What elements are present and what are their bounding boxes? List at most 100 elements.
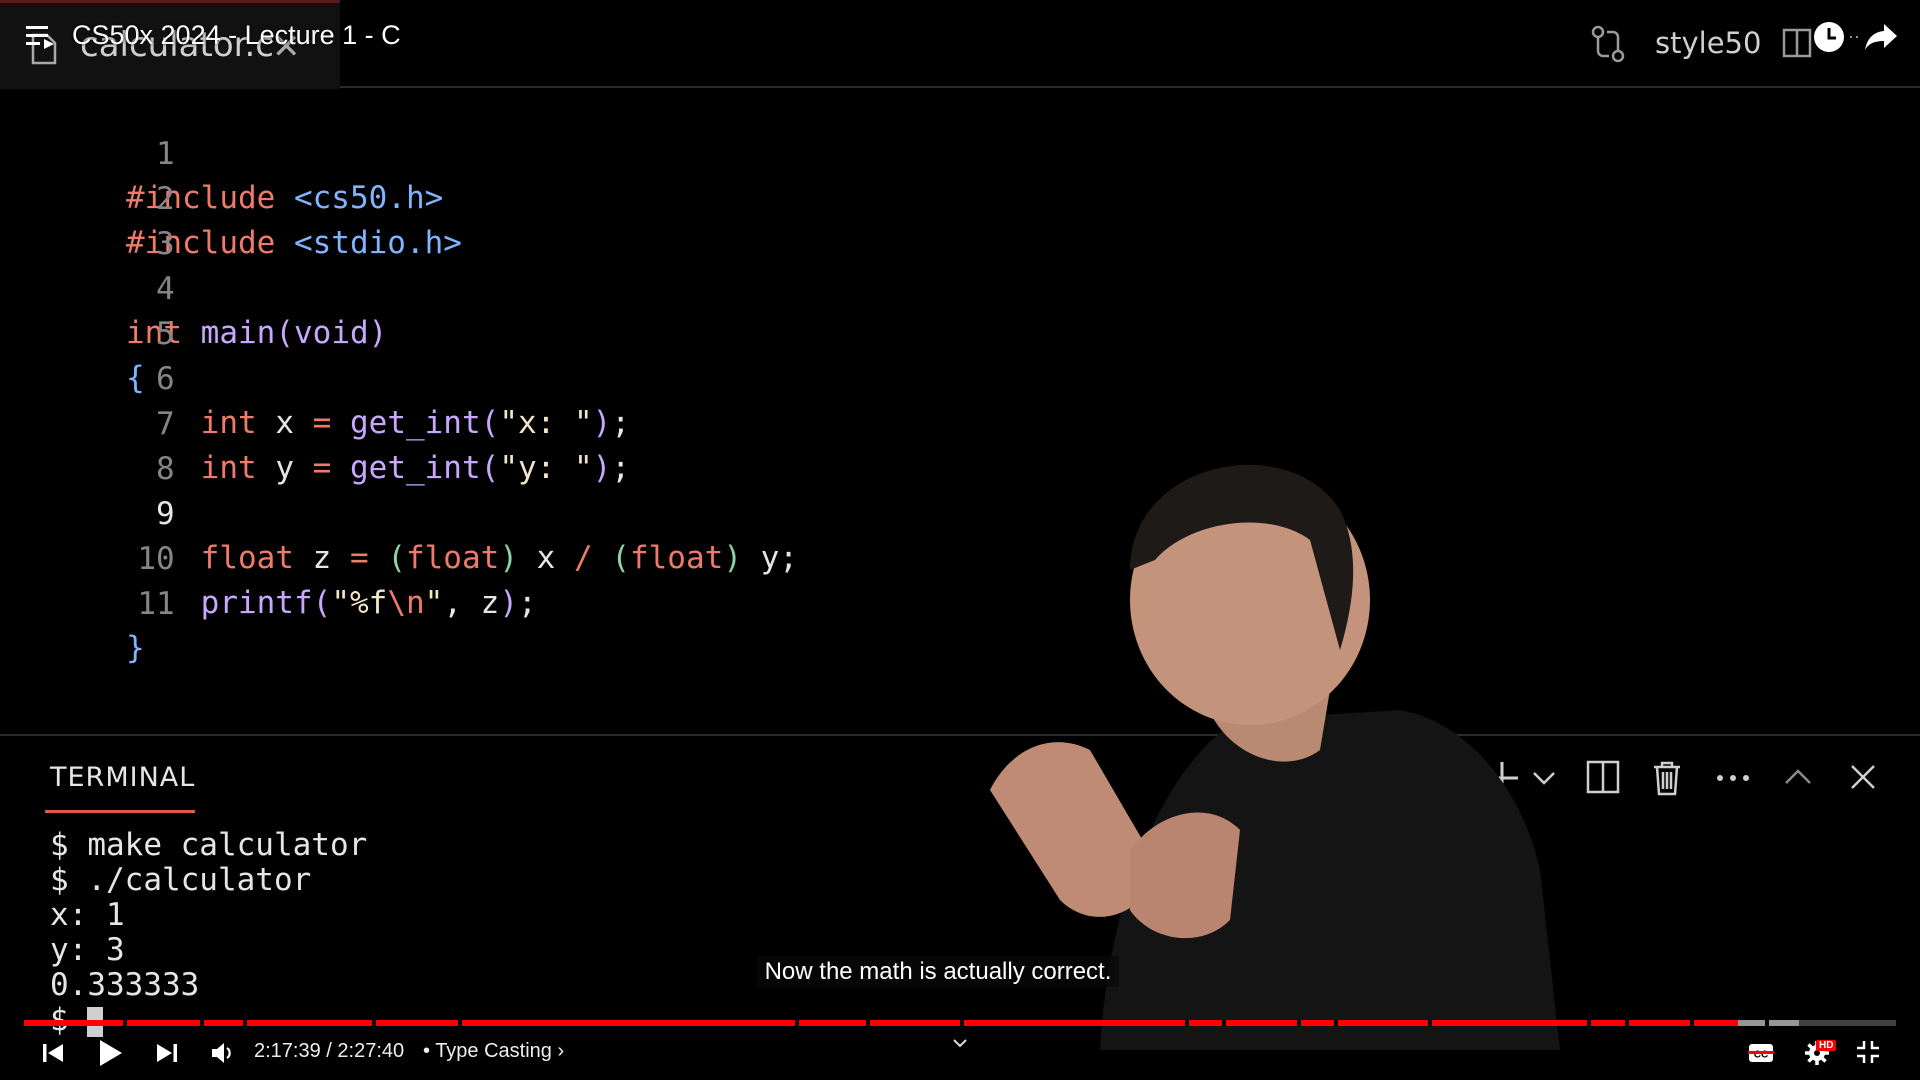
- terminal-output[interactable]: $ make calculator $ ./calculator x: 1 y: 30…: [50, 828, 367, 1038]
- more-dots: ··: [1848, 26, 1860, 46]
- skip-previous-icon[interactable]: [42, 1042, 64, 1064]
- chapter-marker: [243, 1020, 248, 1026]
- code-token: ": [424, 585, 444, 621]
- code-token: get_int: [331, 450, 481, 486]
- code-line: 1 #include <cs50.h>: [0, 88, 443, 216]
- time-display: 2:17:39 / 2:27:40: [254, 1040, 405, 1062]
- exit-fullscreen-icon[interactable]: [1856, 1040, 1880, 1064]
- code-token: =: [312, 450, 332, 486]
- code-token: ): [499, 540, 518, 576]
- progress-played: [24, 1020, 1739, 1026]
- terminal-tab-underline: [45, 810, 195, 813]
- caption-overlay: Now the math is actually correct.: [0, 956, 1876, 987]
- chapter-marker: [1428, 1020, 1432, 1026]
- trash-icon[interactable]: [1652, 760, 1682, 796]
- chapter-marker: [866, 1020, 871, 1026]
- chapter-marker: [1222, 1020, 1227, 1026]
- code-token: "y: ": [499, 450, 593, 486]
- code-token: (: [480, 405, 500, 441]
- code-token: ): [592, 405, 612, 441]
- code-token: , z: [443, 585, 500, 621]
- chapter-marker: [1624, 1020, 1629, 1026]
- chapter-marker: [1184, 1020, 1189, 1026]
- code-token: z: [293, 540, 350, 576]
- code-token: x: [256, 405, 313, 441]
- style50-button[interactable]: style50: [1655, 26, 1761, 60]
- line-number: 2: [155, 181, 175, 217]
- chapter-marker: [1764, 1020, 1769, 1026]
- close-panel-icon[interactable]: [1850, 764, 1876, 790]
- chapter-chevron-icon: ›: [557, 1040, 565, 1062]
- code-token: get_int: [331, 405, 481, 441]
- split-editor-icon[interactable]: [1782, 28, 1812, 58]
- code-line: 8: [0, 403, 175, 487]
- line-number: 7: [155, 406, 175, 442]
- volume-icon[interactable]: [210, 1040, 236, 1066]
- skip-next-icon[interactable]: [156, 1042, 178, 1064]
- chevron-down-icon[interactable]: [952, 1038, 968, 1048]
- code-editor[interactable]: 1 #include <cs50.h> 2 #include <stdio.h>…: [0, 88, 1920, 728]
- share-icon[interactable]: [1864, 22, 1898, 52]
- chapter-marker: [1296, 1020, 1301, 1026]
- play-icon[interactable]: [98, 1038, 124, 1068]
- code-token: "x: ": [499, 405, 593, 441]
- code-token: ;: [611, 450, 630, 486]
- line-number: 9: [155, 496, 175, 532]
- chapter-marker: [960, 1020, 964, 1026]
- terminal-line: $ ./calculator: [50, 862, 312, 898]
- code-token: ;: [517, 585, 537, 621]
- line-number: 1: [155, 136, 175, 172]
- terminal-tab[interactable]: TERMINAL: [50, 762, 195, 793]
- code-token: float: [405, 540, 500, 576]
- code-token: \n: [387, 585, 425, 621]
- chapter-marker: [458, 1020, 463, 1026]
- playlist-icon[interactable]: [26, 24, 56, 50]
- line-number: 11: [137, 586, 175, 622]
- code-line: 4 int main(void): [0, 223, 387, 351]
- chapter-marker: [1587, 1020, 1592, 1026]
- code-token: ): [368, 315, 388, 351]
- maximize-panel-icon[interactable]: [1784, 768, 1812, 786]
- code-token: (: [480, 450, 500, 486]
- code-line: 5 {: [0, 268, 175, 396]
- chapter-marker: [1690, 1020, 1695, 1026]
- chapter-marker: [199, 1020, 204, 1026]
- player-controls: 2:17:39 / 2:27:40 • Type Casting › CC: [0, 1030, 1920, 1080]
- progress-bar[interactable]: [24, 1020, 1896, 1026]
- code-token: }: [126, 630, 145, 666]
- code-line: 6 int x = get_int("x: ");: [0, 313, 630, 441]
- video-title[interactable]: CS50x 2024 - Lecture 1 - C: [72, 20, 401, 51]
- line-number: 3: [155, 226, 175, 262]
- code-token: <stdio.h>: [275, 225, 462, 261]
- terminal-line: $ make calculator: [50, 827, 368, 863]
- chapter-title[interactable]: • Type Casting ›: [423, 1040, 564, 1063]
- code-token: x: [517, 540, 574, 576]
- code-token: <cs50.h>: [275, 180, 444, 216]
- code-line: 2 #include <stdio.h>: [0, 133, 462, 261]
- hd-badge: HD: [1816, 1040, 1837, 1051]
- line-number: 8: [155, 451, 175, 487]
- code-token: =: [349, 540, 369, 576]
- compare-icon[interactable]: [1590, 24, 1626, 64]
- code-token: y;: [741, 540, 798, 576]
- code-line: 11 }: [0, 538, 175, 666]
- chapter-label: • Type Casting: [423, 1040, 552, 1062]
- code-token: void: [294, 315, 369, 351]
- code-token: main: [182, 315, 276, 351]
- watch-later-icon[interactable]: [1812, 20, 1846, 54]
- cc-active-indicator: [1748, 1051, 1774, 1054]
- line-number: 10: [137, 541, 175, 577]
- code-token: (: [592, 540, 630, 576]
- code-line: 3: [0, 178, 175, 262]
- chapter-marker: [1334, 1020, 1339, 1026]
- code-token: ): [499, 585, 518, 621]
- code-token: /: [573, 540, 593, 576]
- code-line: 7 int y = get_int("y: ");: [0, 358, 630, 486]
- more-icon[interactable]: [1716, 772, 1750, 784]
- top-bar: calculator.c ✕ CS50x 2024 - Lecture 1 - …: [0, 0, 1920, 89]
- code-token: (: [368, 540, 406, 576]
- line-number: 5: [155, 316, 175, 352]
- code-token: y: [256, 450, 313, 486]
- line-number: 4: [155, 271, 175, 307]
- code-token: (: [275, 315, 294, 351]
